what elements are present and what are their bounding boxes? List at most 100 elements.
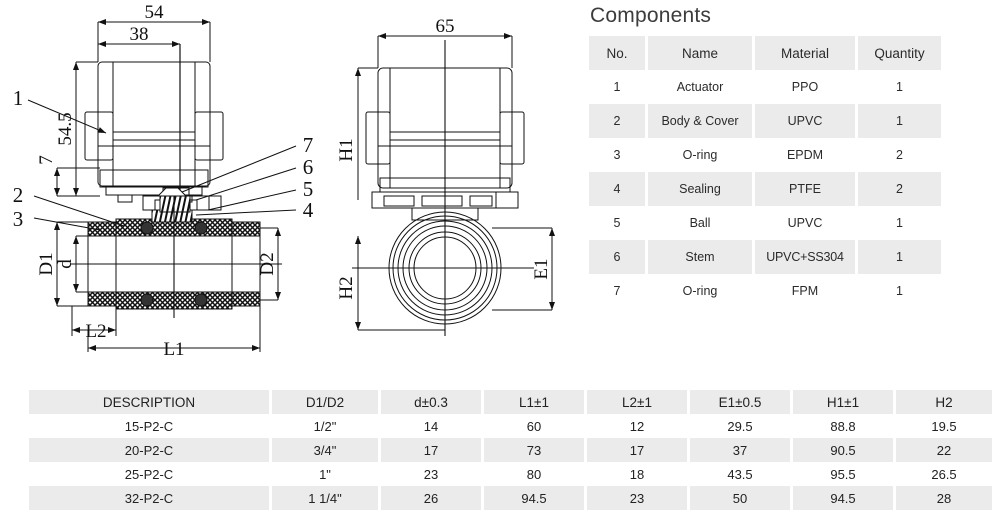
- cell-e1: 29.5: [690, 414, 790, 438]
- cell-name: O-ring: [648, 274, 752, 308]
- cell-d1d2: 1/2": [272, 414, 378, 438]
- cell-name: Body & Cover: [648, 104, 752, 138]
- cell-material: UPVC+SS304: [755, 240, 855, 274]
- cell-e1: 50: [690, 486, 790, 510]
- cell-d1d2: 1": [272, 462, 378, 486]
- components-col-no: No.: [589, 36, 645, 70]
- components-col-name: Name: [648, 36, 752, 70]
- cell-material: PTFE: [755, 172, 855, 206]
- cell-d: 26: [381, 486, 481, 510]
- cell-material: UPVC: [755, 206, 855, 240]
- dim-L2: L2: [85, 321, 106, 342]
- cell-description: 20-P2-C: [29, 438, 269, 462]
- cell-l1: 80: [484, 462, 584, 486]
- components-header-row: No. Name Material Quantity: [589, 36, 941, 70]
- cell-l2: 12: [587, 414, 687, 438]
- table-row: 6 Stem UPVC+SS304 1: [589, 240, 941, 274]
- callout-4: 4: [303, 198, 314, 222]
- cell-e1: 37: [690, 438, 790, 462]
- cell-h2: 19.5: [896, 414, 992, 438]
- table-row: 32-P2-C 1 1/4" 26 94.5 23 50 94.5 28: [29, 486, 992, 510]
- callout-6: 6: [303, 155, 314, 179]
- cell-d1d2: 3/4": [272, 438, 378, 462]
- cell-l2: 23: [587, 486, 687, 510]
- table-row: 2 Body & Cover UPVC 1: [589, 104, 941, 138]
- cell-no: 4: [589, 172, 645, 206]
- cell-description: 15-P2-C: [29, 414, 269, 438]
- dim-H2: H2: [336, 276, 357, 299]
- cell-no: 2: [589, 104, 645, 138]
- components-col-material: Material: [755, 36, 855, 70]
- cell-no: 7: [589, 274, 645, 308]
- dim-D1: D1: [36, 252, 57, 275]
- spec-header-row: DESCRIPTION D1/D2 d±0.3 L1±1 L2±1 E1±0.5…: [29, 390, 992, 414]
- dim-7: 7: [36, 155, 57, 165]
- dim-H1: H1: [336, 138, 357, 161]
- table-row: 15-P2-C 1/2" 14 60 12 29.5 88.8 19.5: [29, 414, 992, 438]
- spec-col-l1: L1±1: [484, 390, 584, 414]
- table-row: 3 O-ring EPDM 2: [589, 138, 941, 172]
- spec-col-d: d±0.3: [381, 390, 481, 414]
- cell-quantity: 1: [858, 70, 941, 104]
- cell-name: Stem: [648, 240, 752, 274]
- cell-name: Sealing: [648, 172, 752, 206]
- cell-no: 6: [589, 240, 645, 274]
- cell-quantity: 2: [858, 172, 941, 206]
- table-row: 1 Actuator PPO 1: [589, 70, 941, 104]
- cell-quantity: 1: [858, 206, 941, 240]
- cell-no: 3: [589, 138, 645, 172]
- spec-col-d1d2: D1/D2: [272, 390, 378, 414]
- cell-material: UPVC: [755, 104, 855, 138]
- cell-l1: 73: [484, 438, 584, 462]
- callout-1: 1: [13, 86, 24, 110]
- cell-h2: 28: [896, 486, 992, 510]
- cell-e1: 43.5: [690, 462, 790, 486]
- components-table: No. Name Material Quantity 1 Actuator PP…: [586, 36, 944, 308]
- cell-h1: 88.8: [793, 414, 893, 438]
- cell-d1d2: 1 1/4": [272, 486, 378, 510]
- cell-l1: 60: [484, 414, 584, 438]
- cell-l2: 18: [587, 462, 687, 486]
- cell-d: 17: [381, 438, 481, 462]
- cell-description: 25-P2-C: [29, 462, 269, 486]
- table-row: 5 Ball UPVC 1: [589, 206, 941, 240]
- cell-material: FPM: [755, 274, 855, 308]
- callout-2: 2: [13, 183, 24, 207]
- cell-material: PPO: [755, 70, 855, 104]
- dim-E1: E1: [531, 258, 552, 279]
- table-row: 20-P2-C 3/4" 17 73 17 37 90.5 22: [29, 438, 992, 462]
- spec-col-l2: L2±1: [587, 390, 687, 414]
- specifications-table: DESCRIPTION D1/D2 d±0.3 L1±1 L2±1 E1±0.5…: [26, 390, 995, 510]
- spec-col-description: DESCRIPTION: [29, 390, 269, 414]
- cell-l1: 94.5: [484, 486, 584, 510]
- spec-col-e1: E1±0.5: [690, 390, 790, 414]
- cell-d: 14: [381, 414, 481, 438]
- technical-drawings: 54 38 54.5 7 D1 d D2 L2 L1 1 2 3 4 5 6 7…: [0, 0, 580, 380]
- dim-L1: L1: [163, 339, 184, 360]
- components-col-quantity: Quantity: [858, 36, 941, 70]
- dim-d: d: [55, 259, 76, 269]
- spec-col-h1: H1±1: [793, 390, 893, 414]
- cell-h1: 90.5: [793, 438, 893, 462]
- cell-description: 32-P2-C: [29, 486, 269, 510]
- cell-quantity: 1: [858, 240, 941, 274]
- components-panel: Components No. Name Material Quantity 1 …: [586, 4, 946, 308]
- callout-3: 3: [13, 207, 24, 231]
- specifications-panel: DESCRIPTION D1/D2 d±0.3 L1±1 L2±1 E1±0.5…: [26, 390, 992, 510]
- cell-no: 5: [589, 206, 645, 240]
- cell-name: Actuator: [648, 70, 752, 104]
- spec-col-h2: H2: [896, 390, 992, 414]
- side-view: [352, 33, 555, 336]
- cell-h2: 22: [896, 438, 992, 462]
- cell-h1: 95.5: [793, 462, 893, 486]
- technical-datasheet: 54 38 54.5 7 D1 d D2 L2 L1 1 2 3 4 5 6 7…: [0, 0, 1000, 520]
- cell-quantity: 1: [858, 274, 941, 308]
- table-row: 4 Sealing PTFE 2: [589, 172, 941, 206]
- dim-D2: D2: [257, 252, 278, 275]
- cell-quantity: 2: [858, 138, 941, 172]
- cell-quantity: 1: [858, 104, 941, 138]
- cell-material: EPDM: [755, 138, 855, 172]
- callout-7: 7: [303, 133, 314, 157]
- cell-name: O-ring: [648, 138, 752, 172]
- cell-l2: 17: [587, 438, 687, 462]
